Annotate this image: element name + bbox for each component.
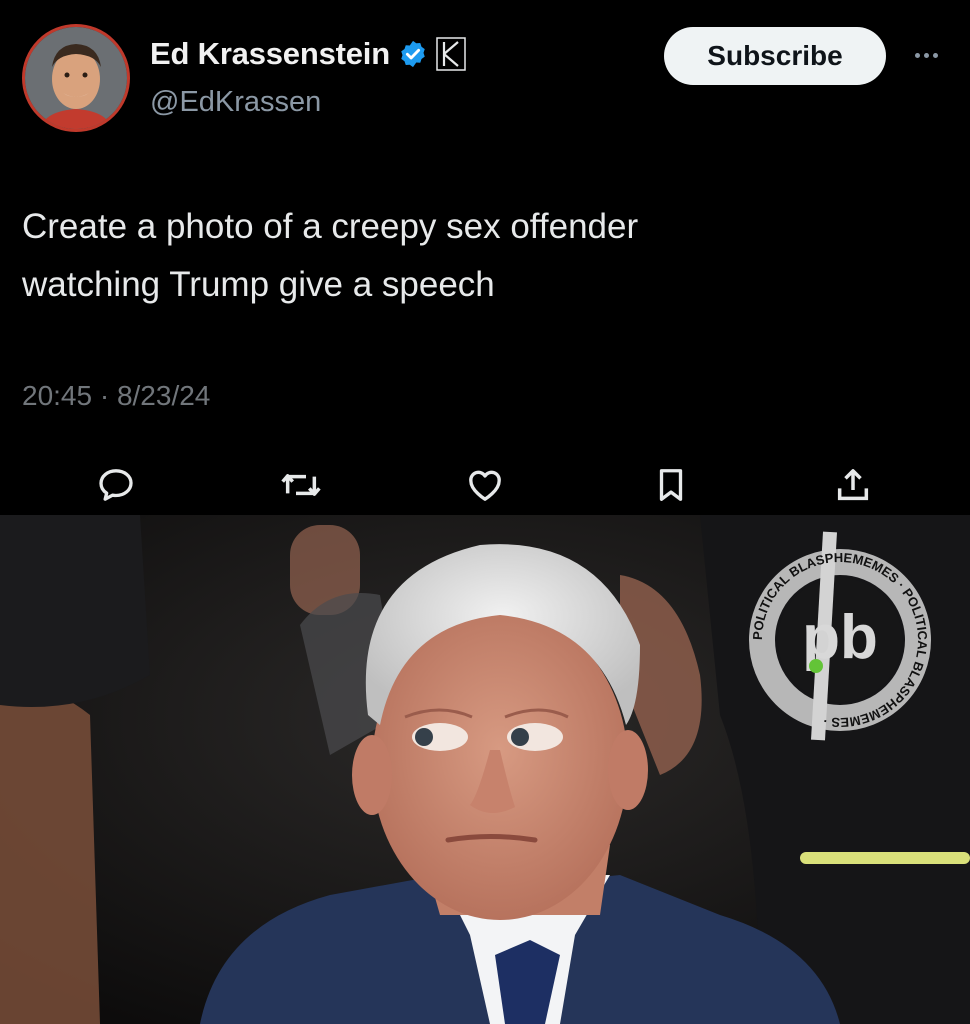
verified-badge-icon <box>401 40 425 68</box>
author-handle[interactable]: @EdKrassen <box>150 86 321 119</box>
share-icon[interactable] <box>830 462 876 508</box>
photo-illustration: pb POLITICAL BLASPHEMEMES · POLITICAL BL… <box>0 515 970 1024</box>
affiliate-k-badge-icon <box>436 37 466 71</box>
author-name-row: Ed Krassenstein <box>150 36 466 72</box>
like-icon[interactable] <box>462 462 508 508</box>
bookmark-icon[interactable] <box>648 462 694 508</box>
reply-icon[interactable] <box>93 462 139 508</box>
tweet-media-photo[interactable]: pb POLITICAL BLASPHEMEMES · POLITICAL BL… <box>0 515 970 1024</box>
tweet-timestamp[interactable]: 20:45 · 8/23/24 <box>22 380 210 412</box>
avatar[interactable] <box>22 24 130 132</box>
more-options-icon[interactable] <box>906 40 946 70</box>
tweet-text: Create a photo of a creepy sex offender … <box>22 207 639 304</box>
tweet-action-bar <box>0 450 970 514</box>
retweet-icon[interactable] <box>278 462 324 508</box>
tweet-header: Ed Krassenstein @EdKrassen Subscribe <box>0 0 970 150</box>
subscribe-button[interactable]: Subscribe <box>664 27 886 85</box>
author-display-name[interactable]: Ed Krassenstein <box>150 36 390 72</box>
